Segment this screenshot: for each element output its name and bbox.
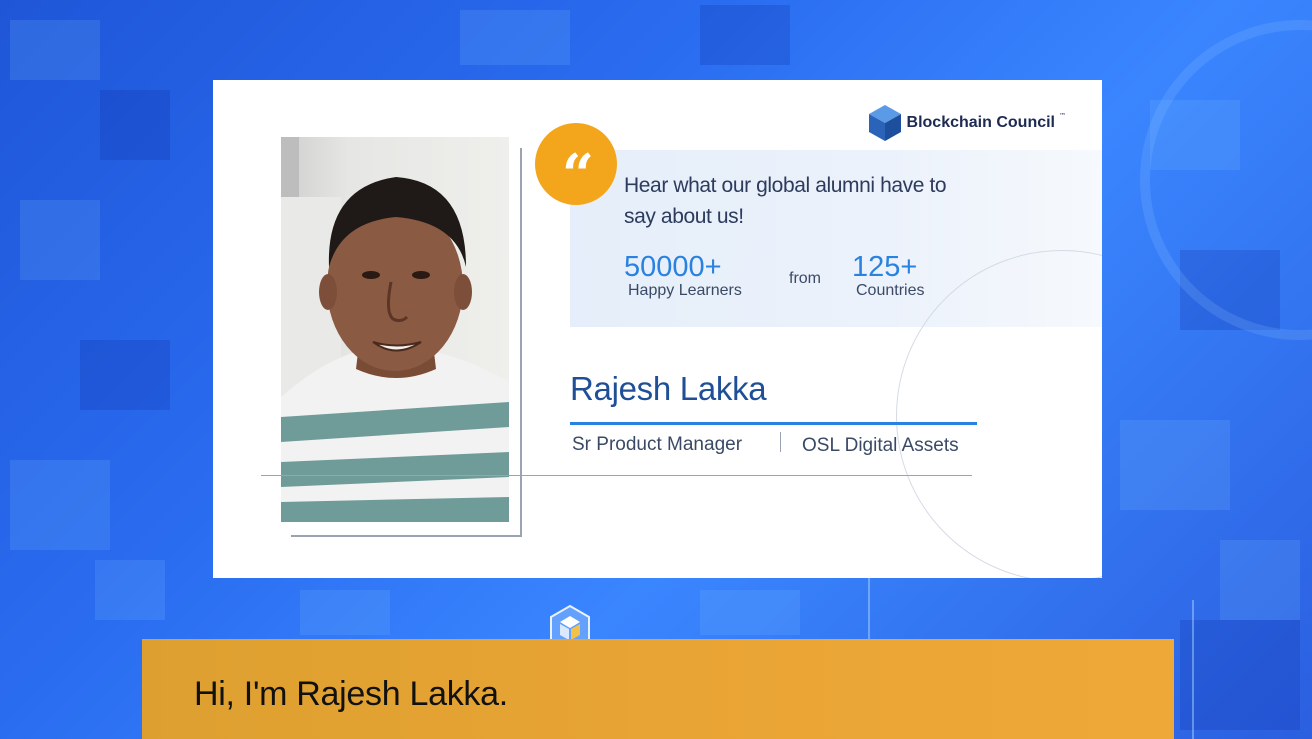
stat-learners: 50000+ Happy Learners xyxy=(624,252,742,300)
stat-countries-label: Countries xyxy=(856,282,925,299)
testimonial-card: Blockchain Council ™ “ Hear what our glo… xyxy=(213,80,1102,578)
stat-countries-value: 125+ xyxy=(852,251,918,283)
brand-logo: Blockchain Council ™ xyxy=(867,104,1066,142)
role-separator xyxy=(780,432,781,452)
cube-logo-icon xyxy=(868,105,901,141)
brand-name: Blockchain Council xyxy=(906,114,1055,131)
divider xyxy=(261,475,972,476)
name-underline xyxy=(570,422,977,425)
profile-photo xyxy=(281,137,509,522)
person-role: Sr Product Manager xyxy=(572,434,743,455)
testimonial-headline: Hear what our global alumni have to say … xyxy=(624,174,947,228)
trademark: ™ xyxy=(1059,112,1066,120)
photo-frame-line xyxy=(291,535,522,537)
photo-frame-line xyxy=(520,148,522,536)
stat-learners-value: 50000+ xyxy=(624,251,722,283)
stat-connector: from xyxy=(789,270,821,287)
quote-mark: “ xyxy=(561,142,594,208)
stat-learners-label: Happy Learners xyxy=(628,282,742,299)
person-name: Rajesh Lakka xyxy=(570,370,767,407)
caption-bar: Hi, I'm Rajesh Lakka. xyxy=(142,639,1174,739)
quote-icon: “ xyxy=(535,123,617,205)
stat-countries: 125+ Countries xyxy=(852,252,924,300)
caption-text: Hi, I'm Rajesh Lakka. xyxy=(194,675,508,713)
person-company: OSL Digital Assets xyxy=(802,435,959,456)
